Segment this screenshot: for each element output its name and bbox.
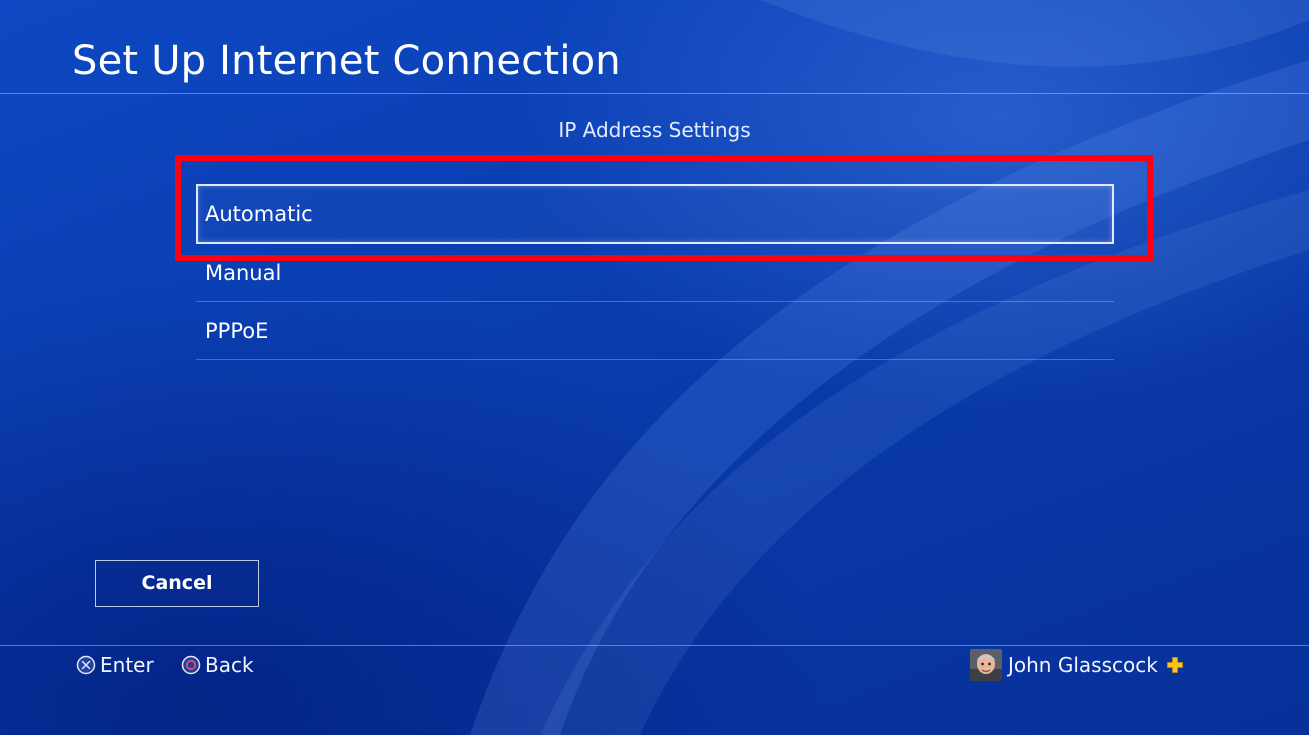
option-manual[interactable]: Manual — [196, 244, 1114, 302]
background-wave — [0, 0, 1309, 735]
option-label: Manual — [205, 261, 282, 285]
option-pppoe[interactable]: PPPoE — [196, 302, 1114, 360]
cross-button-icon — [76, 655, 96, 675]
circle-button-icon — [181, 655, 201, 675]
playstation-plus-icon — [1166, 657, 1183, 673]
back-hint: Back — [181, 652, 254, 678]
enter-label: Enter — [100, 653, 154, 677]
user-profile: John Glasscock — [970, 648, 1184, 682]
ip-settings-options-list: Automatic Manual PPPoE — [196, 184, 1114, 360]
enter-hint: Enter — [76, 652, 154, 678]
back-label: Back — [205, 653, 254, 677]
footer-divider — [0, 645, 1309, 646]
dialog-subtitle: IP Address Settings — [558, 118, 751, 142]
option-automatic[interactable]: Automatic — [196, 184, 1114, 244]
header-divider — [0, 93, 1309, 94]
cancel-button[interactable]: Cancel — [95, 560, 259, 607]
avatar — [970, 649, 1002, 681]
page-title: Set Up Internet Connection — [72, 38, 621, 84]
background-wave-graphic — [470, 0, 1309, 735]
user-name: John Glasscock — [1008, 653, 1158, 677]
option-label: Automatic — [205, 202, 313, 226]
option-label: PPPoE — [205, 319, 269, 343]
